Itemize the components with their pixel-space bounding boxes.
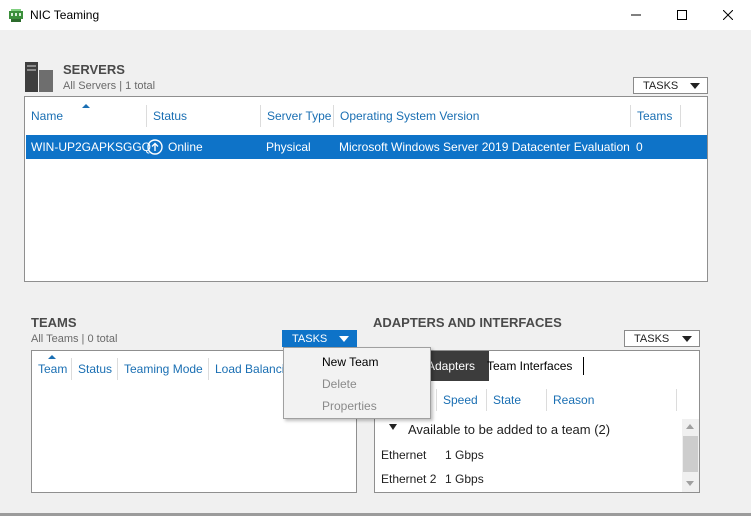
window-title: NIC Teaming bbox=[30, 8, 100, 22]
adapters-title: ADAPTERS AND INTERFACES bbox=[373, 315, 562, 330]
servers-tasks-label: TASKS bbox=[643, 79, 679, 92]
maximize-button[interactable] bbox=[659, 0, 705, 30]
servers-table: Name Status Server Type Operating System… bbox=[24, 96, 708, 282]
chevron-down-icon bbox=[339, 336, 349, 342]
adapter-name: Ethernet bbox=[381, 448, 427, 462]
column-header-status[interactable]: Status bbox=[147, 105, 261, 127]
adapters-tasks-button[interactable]: TASKS bbox=[624, 330, 700, 347]
teams-tasks-button[interactable]: TASKS bbox=[282, 330, 357, 347]
minimize-button[interactable] bbox=[613, 0, 659, 30]
menu-item-delete[interactable]: Delete bbox=[322, 377, 357, 391]
adapter-row[interactable]: Ethernet 2 1 Gbps bbox=[375, 468, 681, 490]
adapter-speed: 1 Gbps bbox=[445, 472, 484, 486]
servers-table-header: Name Status Server Type Operating System… bbox=[25, 104, 707, 127]
column-header-team[interactable]: Team bbox=[32, 358, 72, 380]
sort-ascending-icon bbox=[48, 355, 56, 359]
chevron-down-icon bbox=[682, 336, 692, 342]
column-header-teaming-mode[interactable]: Teaming Mode bbox=[118, 358, 209, 380]
tab-adapters[interactable]: Adapters bbox=[423, 351, 489, 381]
servers-tasks-button[interactable]: TASKS bbox=[633, 77, 708, 94]
adapter-group-label: Available to be added to a team (2) bbox=[408, 422, 611, 437]
adapters-tasks-label: TASKS bbox=[634, 332, 670, 345]
close-icon bbox=[723, 10, 733, 20]
maximize-icon bbox=[677, 10, 687, 20]
scroll-down-icon[interactable] bbox=[686, 481, 694, 486]
scroll-up-icon[interactable] bbox=[686, 424, 694, 429]
title-bar: NIC Teaming bbox=[0, 0, 751, 30]
server-status: Online bbox=[168, 140, 203, 154]
scrollbar-thumb[interactable] bbox=[683, 436, 698, 472]
tab-team-interfaces[interactable]: Team Interfaces bbox=[483, 357, 584, 375]
teams-tasks-menu: New Team Delete Properties bbox=[283, 347, 431, 419]
teams-tasks-label: TASKS bbox=[292, 332, 328, 345]
menu-item-properties[interactable]: Properties bbox=[322, 399, 377, 413]
online-status-icon bbox=[147, 139, 163, 155]
column-header-status[interactable]: Status bbox=[72, 358, 118, 380]
column-header-reason[interactable]: Reason bbox=[547, 389, 677, 411]
column-header-server-type[interactable]: Server Type bbox=[261, 105, 334, 127]
adapter-row[interactable]: Ethernet 1 Gbps bbox=[375, 444, 681, 466]
chevron-down-icon bbox=[690, 83, 700, 89]
nic-teaming-app-icon bbox=[8, 7, 24, 23]
adapter-speed: 1 Gbps bbox=[445, 448, 484, 462]
teams-title: TEAMS bbox=[31, 315, 77, 330]
teams-subtitle: All Teams | 0 total bbox=[31, 333, 118, 345]
adapter-name: Ethernet 2 bbox=[381, 472, 437, 486]
menu-item-new-team[interactable]: New Team bbox=[322, 355, 378, 369]
column-header-state[interactable]: State bbox=[487, 389, 547, 411]
column-header-os-version[interactable]: Operating System Version bbox=[334, 105, 631, 127]
server-row[interactable]: WIN-UP2GAPKSGGQ Online Physical Microsof… bbox=[26, 135, 707, 159]
server-os-version: Microsoft Windows Server 2019 Datacenter… bbox=[339, 140, 630, 154]
minimize-icon bbox=[631, 14, 641, 16]
close-button[interactable] bbox=[705, 0, 751, 30]
server-type: Physical bbox=[266, 140, 311, 154]
sort-ascending-icon bbox=[82, 104, 90, 108]
server-name: WIN-UP2GAPKSGGQ bbox=[31, 140, 152, 154]
expand-chevron-icon[interactable] bbox=[389, 424, 397, 430]
column-header-name[interactable]: Name bbox=[25, 105, 147, 127]
servers-title: SERVERS bbox=[63, 62, 125, 77]
column-header-speed[interactable]: Speed bbox=[437, 389, 487, 411]
servers-icon bbox=[25, 62, 53, 92]
server-teams-count: 0 bbox=[636, 140, 643, 154]
column-header-teams[interactable]: Teams bbox=[631, 105, 681, 127]
adapters-scrollbar[interactable] bbox=[682, 419, 699, 492]
servers-subtitle: All Servers | 1 total bbox=[63, 80, 156, 92]
